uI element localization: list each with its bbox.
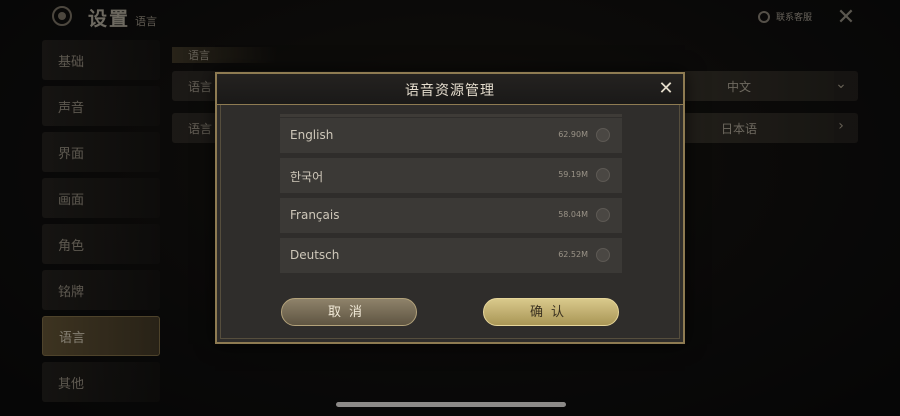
voice-pack-name: Français: [290, 208, 340, 222]
close-icon[interactable]: ✕: [655, 78, 677, 100]
select-radio[interactable]: [596, 168, 610, 182]
voice-pack-size: 62.52M: [558, 250, 588, 259]
list-item[interactable]: 한국어 59.19M: [280, 158, 622, 193]
voice-pack-list: English 62.90M 한국어 59.19M Français 58.04…: [280, 114, 622, 280]
list-item[interactable]: English 62.90M: [280, 118, 622, 153]
voice-resource-dialog: 语音资源管理 ✕ English 62.90M 한국어 59.19M Franç…: [215, 72, 685, 344]
dialog-header: 语音资源管理 ✕: [217, 74, 683, 105]
voice-pack-name: Deutsch: [290, 248, 340, 262]
voice-pack-size: 62.90M: [558, 130, 588, 139]
voice-pack-name: 한국어: [290, 170, 324, 184]
select-radio[interactable]: [596, 248, 610, 262]
cancel-button[interactable]: 取消: [281, 298, 417, 326]
list-item[interactable]: Deutsch 62.52M: [280, 238, 622, 273]
voice-pack-name: English: [290, 128, 334, 142]
home-indicator[interactable]: [336, 402, 566, 407]
select-radio[interactable]: [596, 208, 610, 222]
confirm-button[interactable]: 确认: [483, 298, 619, 326]
list-item[interactable]: Français 58.04M: [280, 198, 622, 233]
dialog-title: 语音资源管理: [405, 83, 495, 99]
voice-pack-size: 58.04M: [558, 210, 588, 219]
voice-pack-size: 59.19M: [558, 170, 588, 179]
select-radio[interactable]: [596, 128, 610, 142]
